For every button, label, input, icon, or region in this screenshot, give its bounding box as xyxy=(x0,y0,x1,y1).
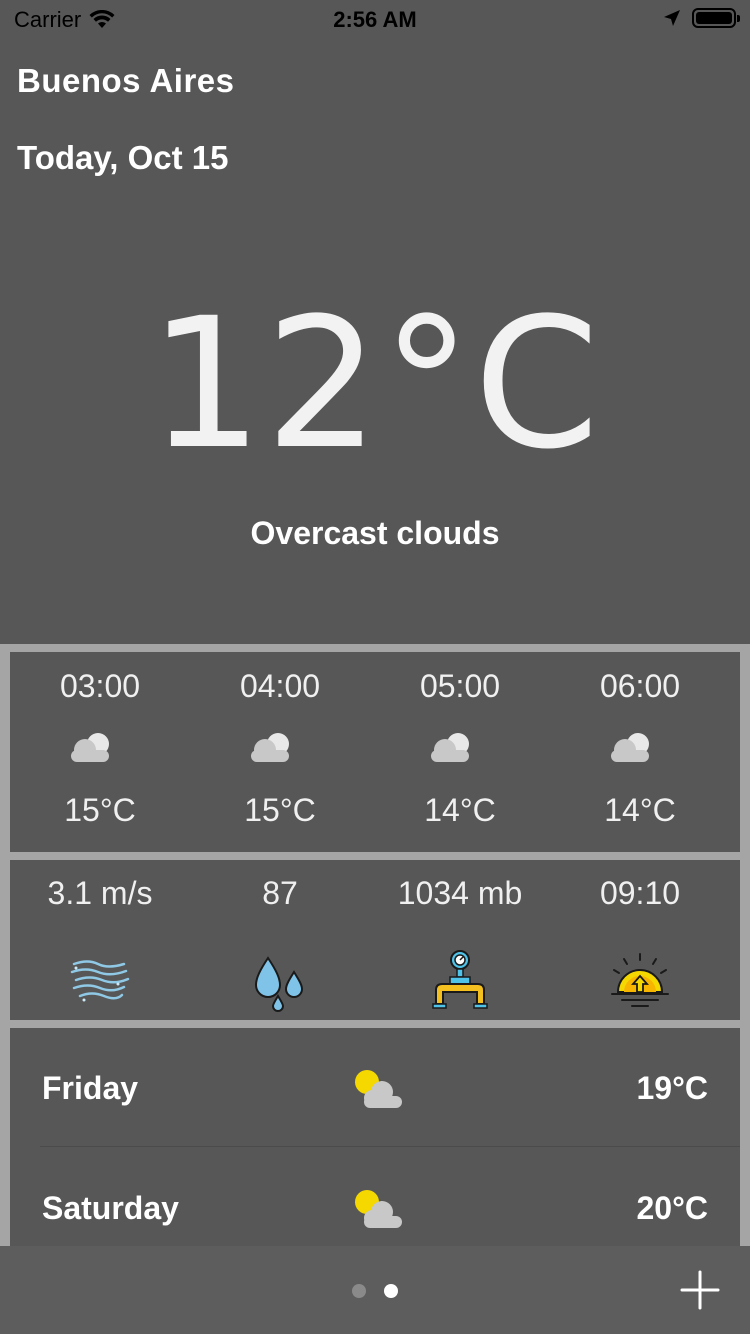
day-name: Saturday xyxy=(42,1190,179,1226)
hour-time: 06:00 xyxy=(599,668,681,704)
hour-temperature: 14°C xyxy=(604,792,676,828)
city-name: Buenos Aires xyxy=(17,62,235,99)
weather-details-card: 3.1 m/s 87 1034 mb 09:10 xyxy=(10,860,740,1020)
cloud-icon xyxy=(251,733,289,762)
page-indicator-dot-2-active[interactable] xyxy=(384,1284,398,1298)
current-temperature: 12°C xyxy=(148,280,602,489)
sunrise-icon xyxy=(611,953,669,1007)
pressure-value: 1034 mb xyxy=(397,875,523,911)
hour-temperature: 14°C xyxy=(424,792,496,828)
status-right xyxy=(662,8,740,28)
day-temperature: 20°C xyxy=(636,1190,709,1226)
cloud-icon xyxy=(611,733,649,762)
sunrise-time-value: 09:10 xyxy=(599,875,681,911)
day-temperature: 19°C xyxy=(636,1070,709,1106)
status-time: 2:56 AM xyxy=(333,7,417,32)
wind-icon xyxy=(70,960,130,1002)
hour-temperature: 15°C xyxy=(64,792,136,828)
add-city-button[interactable] xyxy=(680,1270,720,1310)
status-bar: Carrier 2:56 AM xyxy=(0,0,750,40)
page-indicator-dot-1[interactable] xyxy=(352,1284,366,1298)
cloud-icon xyxy=(71,733,109,762)
pressure-gauge-icon xyxy=(432,950,488,1009)
hour-time: 05:00 xyxy=(419,668,501,704)
forecast-panel-area[interactable]: 03:00 15°C 04:00 15°C 05:00 14°C 06:00 1… xyxy=(0,644,750,1246)
day-name: Friday xyxy=(42,1070,139,1106)
bottom-toolbar xyxy=(0,1246,750,1334)
current-date: Today, Oct 15 xyxy=(17,139,229,176)
wind-speed-value: 3.1 m/s xyxy=(47,875,153,911)
partly-cloudy-icon xyxy=(355,1190,402,1228)
cloud-icon xyxy=(431,733,469,762)
daily-forecast-row[interactable]: Saturday 20°C xyxy=(10,1148,740,1246)
row-divider xyxy=(40,1146,740,1147)
daily-forecast-list[interactable]: Friday 19°C Saturday 20°C xyxy=(10,1028,740,1246)
current-condition: Overcast clouds xyxy=(250,515,500,551)
daily-forecast-row[interactable]: Friday 19°C xyxy=(10,1028,740,1147)
hour-time: 03:00 xyxy=(59,668,141,704)
battery-icon xyxy=(692,8,740,28)
hour-temperature: 15°C xyxy=(244,792,316,828)
humidity-value: 87 xyxy=(262,875,298,911)
hourly-forecast-card[interactable]: 03:00 15°C 04:00 15°C 05:00 14°C 06:00 1… xyxy=(10,652,740,852)
hour-time: 04:00 xyxy=(239,668,321,704)
location-arrow-icon xyxy=(664,10,680,26)
partly-cloudy-icon xyxy=(355,1070,402,1108)
humidity-icon xyxy=(254,956,304,1012)
